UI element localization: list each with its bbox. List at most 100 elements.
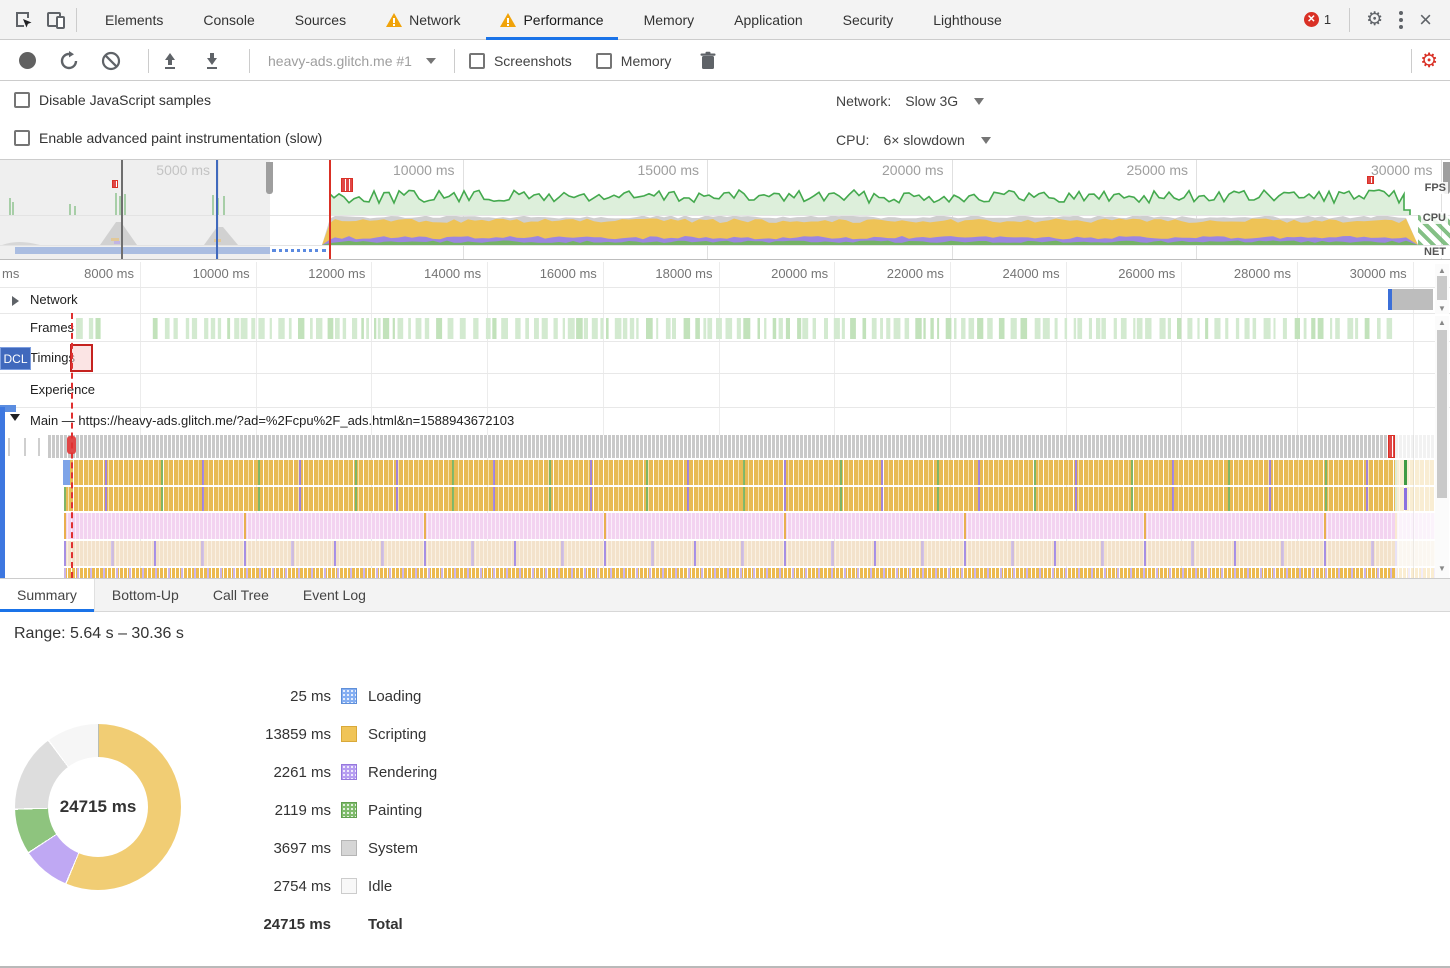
flame-end-green-mark [1404,460,1407,485]
performance-toolbar: heavy-ads.glitch.me #1 Screenshots Memor… [0,41,1450,81]
paint-instrumentation-checkbox[interactable]: Enable advanced paint instrumentation (s… [14,130,322,146]
legend-row-system: 3697 msSystem [216,829,437,867]
capture-settings-gear-icon[interactable]: ⚙ [1420,51,1438,71]
close-icon[interactable]: × [1411,9,1440,31]
tab-performance[interactable]: Performance [480,0,623,40]
tab-elements[interactable]: Elements [85,0,183,40]
flame-end-purple-mark [1404,488,1407,510]
legend-row-idle: 2754 ms Idle [216,867,437,905]
disable-js-label: Disable JavaScript samples [39,92,211,108]
flame-microtask-row[interactable] [64,541,1395,566]
timeline-overview[interactable]: 5000 ms10000 ms15000 ms20000 ms25000 ms3… [0,160,1450,260]
flame-bottom-row[interactable] [64,568,1395,578]
screenshots-checkbox-box[interactable] [469,53,485,69]
legend-row-loading: 25 ms Loading [216,677,437,715]
tab-security[interactable]: Security [823,0,914,40]
toolbar-divider-2 [249,49,250,73]
cpu-throttle-select[interactable]: CPU: 6× slowdown [836,132,991,148]
tab-label: Console [203,12,254,28]
legend-label: Loading [368,688,421,705]
tab-memory[interactable]: Memory [624,0,715,40]
network-scrollbar[interactable]: ▲ ▼ [1435,264,1449,314]
toolbar-divider-1 [148,49,149,73]
legend-label: Scripting [368,726,426,743]
screenshots-checkbox[interactable]: Screenshots [469,53,572,69]
load-profile-icon[interactable] [157,48,183,74]
tab-sources[interactable]: Sources [275,0,366,40]
error-count: 1 [1324,12,1331,27]
drawer-tab-event-log[interactable]: Event Log [286,579,383,611]
tab-network[interactable]: Network [366,0,480,40]
toolbar-divider-3 [454,49,455,73]
lcp-marker-box[interactable] [70,344,93,372]
overview-dimmed-region [0,160,270,260]
screenshots-checkbox-label: Screenshots [494,53,572,69]
overview-marker-small [112,180,118,188]
drawer-tabbar: SummaryBottom-UpCall TreeEvent Log [0,578,1450,612]
network-throttle-select[interactable]: Network: Slow 3G [836,93,984,109]
legend-label: Idle [368,878,392,895]
main-expander-icon[interactable] [10,414,20,421]
drawer-tab-bottom-up[interactable]: Bottom-Up [95,579,196,611]
drawer-tab-call-tree[interactable]: Call Tree [196,579,286,611]
memory-checkbox[interactable]: Memory [596,53,672,69]
chevron-down-icon [426,58,436,64]
flame-end-long-task [1388,435,1395,458]
tab-label: Sources [295,12,346,28]
capture-settings-panel: Disable JavaScript samples Enable advanc… [0,82,1450,160]
donut-total-label: 24715 ms [60,797,137,817]
reload-and-record-icon[interactable] [56,48,82,74]
error-badge[interactable]: ✕ 1 [1304,12,1331,27]
tab-lighthouse[interactable]: Lighthouse [913,0,1022,40]
device-toolbar-icon[interactable] [44,8,68,32]
toolbar-right: ⚙ [1403,49,1450,73]
tab-label: Security [843,12,894,28]
save-profile-icon[interactable] [199,48,225,74]
settings-gear-icon[interactable]: ⚙ [1358,10,1391,29]
memory-checkbox-box[interactable] [596,53,612,69]
legend-swatch [341,878,357,894]
tabbar-divider [76,8,77,32]
timeline-detail-pane[interactable]: 8000 ms10000 ms12000 ms14000 ms16000 ms1… [0,262,1450,578]
fcp-dashed-line [71,313,73,578]
legend-row-rendering: 2261 msRendering [216,753,437,791]
overview-left-handle[interactable] [266,162,273,194]
main-section-label: Main — https://heavy-ads.glitch.me/?ad=%… [30,413,514,428]
clear-icon[interactable] [98,48,124,74]
tab-console[interactable]: Console [183,0,274,40]
record-button[interactable] [14,48,40,74]
devtools-tabs: Elements Console Sources Network Performance… [85,0,1022,40]
tab-label: Performance [523,12,603,28]
summary-panel: Range: 5.64 s – 30.36 s 24715 ms 25 msLo… [0,612,1450,966]
profile-select-value: heavy-ads.glitch.me #1 [268,53,412,69]
overview-lcp-marker [341,178,353,192]
tab-application[interactable]: Application [714,0,823,40]
error-icon: ✕ [1304,12,1319,27]
tab-label: Memory [644,12,695,28]
legend-swatch [341,764,357,780]
profile-select[interactable]: heavy-ads.glitch.me #1 [268,53,436,69]
legend-value: 25 ms [216,688,331,705]
drawer-tab-summary[interactable]: Summary [0,579,95,611]
flame-task-row[interactable] [48,435,1395,458]
flame-scrollbar[interactable]: ▲ ▼ [1435,316,1449,578]
tab-label: Lighthouse [933,12,1002,28]
inspect-element-icon[interactable] [12,8,36,32]
more-options-icon[interactable] [1391,7,1411,33]
delete-recording-icon[interactable] [699,51,717,71]
memory-checkbox-label: Memory [621,53,672,69]
overview-marker-line [121,160,123,259]
flame-parse-bar[interactable] [63,460,70,485]
legend-value: 2754 ms [216,878,331,895]
flame-script-row-2[interactable] [64,487,1395,511]
legend-value: 3697 ms [216,840,331,857]
legend-value: 24715 ms [216,916,331,933]
flame-render-row[interactable] [64,513,1395,539]
dcl-marker-badge[interactable]: DCL [0,347,31,370]
tabbar-right-controls: ✕ 1 ⚙ × [1304,7,1450,33]
legend-label: Rendering [368,764,437,781]
legend-row-scripting: 13859 msScripting [216,715,437,753]
warning-icon [386,13,402,27]
disable-js-checkbox[interactable]: Disable JavaScript samples [14,92,211,108]
flame-script-row-1[interactable] [64,460,1395,485]
